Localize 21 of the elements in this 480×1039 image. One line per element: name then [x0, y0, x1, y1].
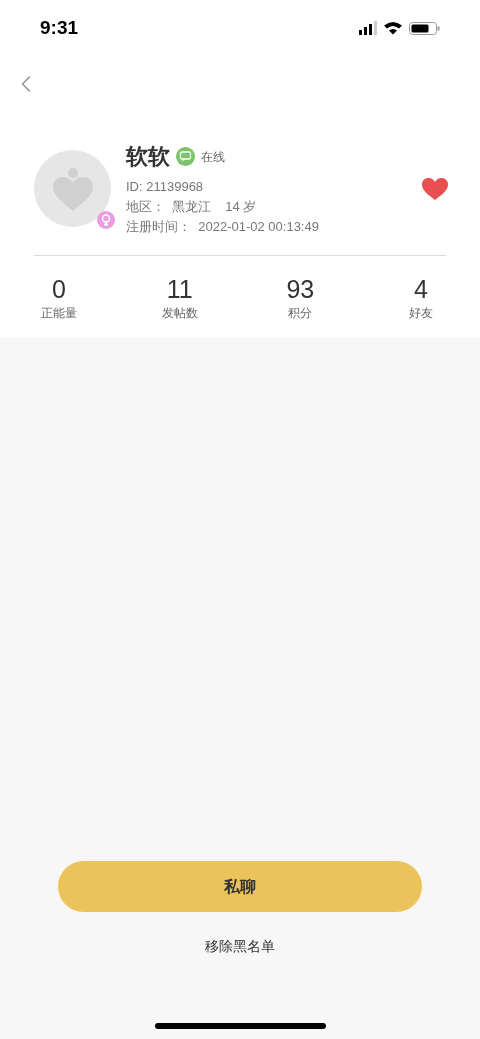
stat-value: 0	[52, 274, 66, 304]
stat-label: 积分	[288, 305, 313, 322]
age: 14 岁	[225, 198, 257, 216]
register-time: 注册时间： 2022-01-02 00:13:49	[126, 218, 320, 236]
user-id: ID: 21139968	[126, 178, 205, 196]
online-status: 在线	[201, 148, 225, 166]
wifi-icon	[384, 21, 402, 35]
battery-icon	[409, 21, 440, 35]
stat-label: 发帖数	[161, 305, 198, 322]
status-time: 9:31	[40, 15, 79, 40]
private-chat-button[interactable]: 私聊	[58, 861, 422, 912]
stat-label: 正能量	[41, 305, 77, 322]
stat-value: 4	[414, 274, 428, 304]
signal-icon	[359, 21, 377, 35]
favorite-button[interactable]	[422, 177, 448, 200]
stat-value: 11	[166, 274, 193, 304]
stat-value: 93	[286, 274, 315, 304]
stat-label: 好友	[408, 305, 433, 322]
region: 地区： 黑龙江	[126, 198, 212, 216]
remove-blacklist-link[interactable]: 移除黑名单	[205, 936, 275, 957]
user-name: 软软	[126, 143, 170, 171]
